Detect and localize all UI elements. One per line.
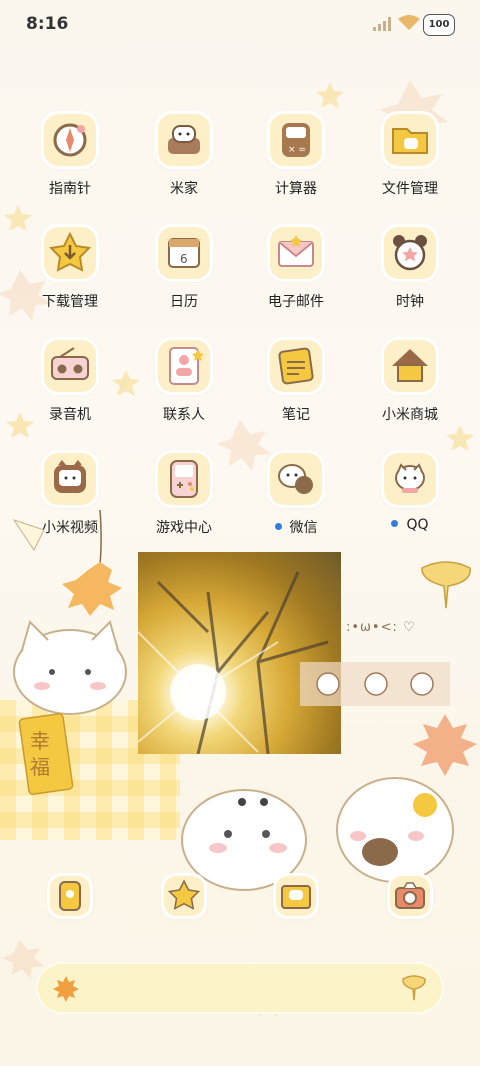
new-notification-dot [391, 520, 399, 527]
app-label: 联系人 [163, 407, 205, 423]
calendar-icon: 6 [158, 227, 210, 279]
app-label: 计算器 [275, 181, 317, 197]
app-label: QQ [354, 517, 466, 533]
app-label: 笔记 [282, 407, 310, 423]
new-notification-dot [274, 523, 282, 530]
wechat-icon [270, 453, 322, 505]
app-wechat[interactable]: 微信 [240, 453, 352, 553]
wifi-icon [398, 15, 420, 30]
ginkgo-leaf-decor [421, 561, 471, 609]
notes-icon [270, 340, 322, 392]
signal-icon [373, 17, 391, 31]
compass-icon [44, 114, 96, 166]
dock-camera[interactable] [390, 876, 430, 916]
dock-gallery[interactable] [276, 876, 316, 916]
search-bar[interactable] [36, 962, 444, 1014]
app-mi-store[interactable]: 小米商城 [354, 340, 466, 440]
app-label: 微信 [240, 517, 352, 537]
washi-tape-sticker [300, 662, 450, 706]
app-email[interactable]: 电子邮件 [240, 227, 352, 327]
app-download-manager[interactable]: 下载管理 [14, 227, 126, 327]
app-mi-video[interactable]: 小米视频 [14, 453, 126, 553]
app-label: 日历 [170, 294, 198, 310]
app-contacts[interactable]: 联系人 [128, 340, 240, 440]
radio-recorder-icon [44, 340, 96, 392]
game-console-icon [158, 453, 210, 505]
status-time: 8:16 [26, 14, 69, 34]
tv-icon [44, 453, 96, 505]
autumn-photo-widget[interactable] [138, 552, 341, 754]
app-clock[interactable]: 时钟 [354, 227, 466, 327]
app-label: 录音机 [49, 407, 91, 423]
mail-icon [270, 227, 322, 279]
app-label: 下载管理 [42, 294, 98, 310]
app-mijia[interactable]: 米家 [128, 114, 240, 214]
ginkgo-leaf-icon [402, 975, 426, 1001]
messages-star-icon [167, 879, 201, 910]
battery-indicator: 100 [423, 14, 455, 36]
camera-icon [395, 882, 425, 909]
app-label: 小米商城 [382, 407, 438, 423]
app-label: 时钟 [396, 294, 424, 310]
app-label: 指南针 [49, 181, 91, 197]
sunlight-trees-image [138, 571, 329, 754]
dock-messages[interactable] [164, 876, 204, 916]
download-star-icon [44, 227, 96, 279]
folder-icon [384, 114, 436, 166]
gallery-icon [281, 885, 311, 909]
app-label: 小米视频 [42, 520, 98, 536]
kaomoji-text: :•ω•<: ♡ [346, 620, 416, 635]
app-label: 电子邮件 [268, 294, 324, 310]
maple-leaf-icon [53, 976, 79, 1002]
phone-icon [59, 881, 81, 911]
app-qq[interactable]: QQ [354, 453, 466, 553]
app-file-manager[interactable]: 文件管理 [354, 114, 466, 214]
home-sofa-icon [158, 114, 210, 166]
calendar-day: 6 [180, 252, 188, 266]
app-label: 米家 [170, 181, 198, 197]
qq-icon [384, 453, 436, 505]
two-cats-illustration [181, 777, 454, 891]
app-recorder[interactable]: 录音机 [14, 340, 126, 440]
app-calculator[interactable]: × = 计算器 [240, 114, 352, 214]
svg-text:× =: × = [288, 145, 306, 155]
app-label: 文件管理 [382, 181, 438, 197]
app-notes[interactable]: 笔记 [240, 340, 352, 440]
app-calendar[interactable]: 6 日历 [128, 227, 240, 327]
app-game-center[interactable]: 游戏中心 [128, 453, 240, 553]
status-bar: 8:16 100 [0, 0, 480, 50]
contacts-icon [158, 340, 210, 392]
calculator-icon: × = [270, 114, 322, 166]
clock-icon [384, 227, 436, 279]
store-house-icon [384, 340, 436, 392]
app-compass[interactable]: 指南针 [14, 114, 126, 214]
app-label: 游戏中心 [156, 520, 212, 536]
maple-leaf-decor [413, 714, 477, 776]
dock-phone[interactable] [50, 876, 90, 916]
